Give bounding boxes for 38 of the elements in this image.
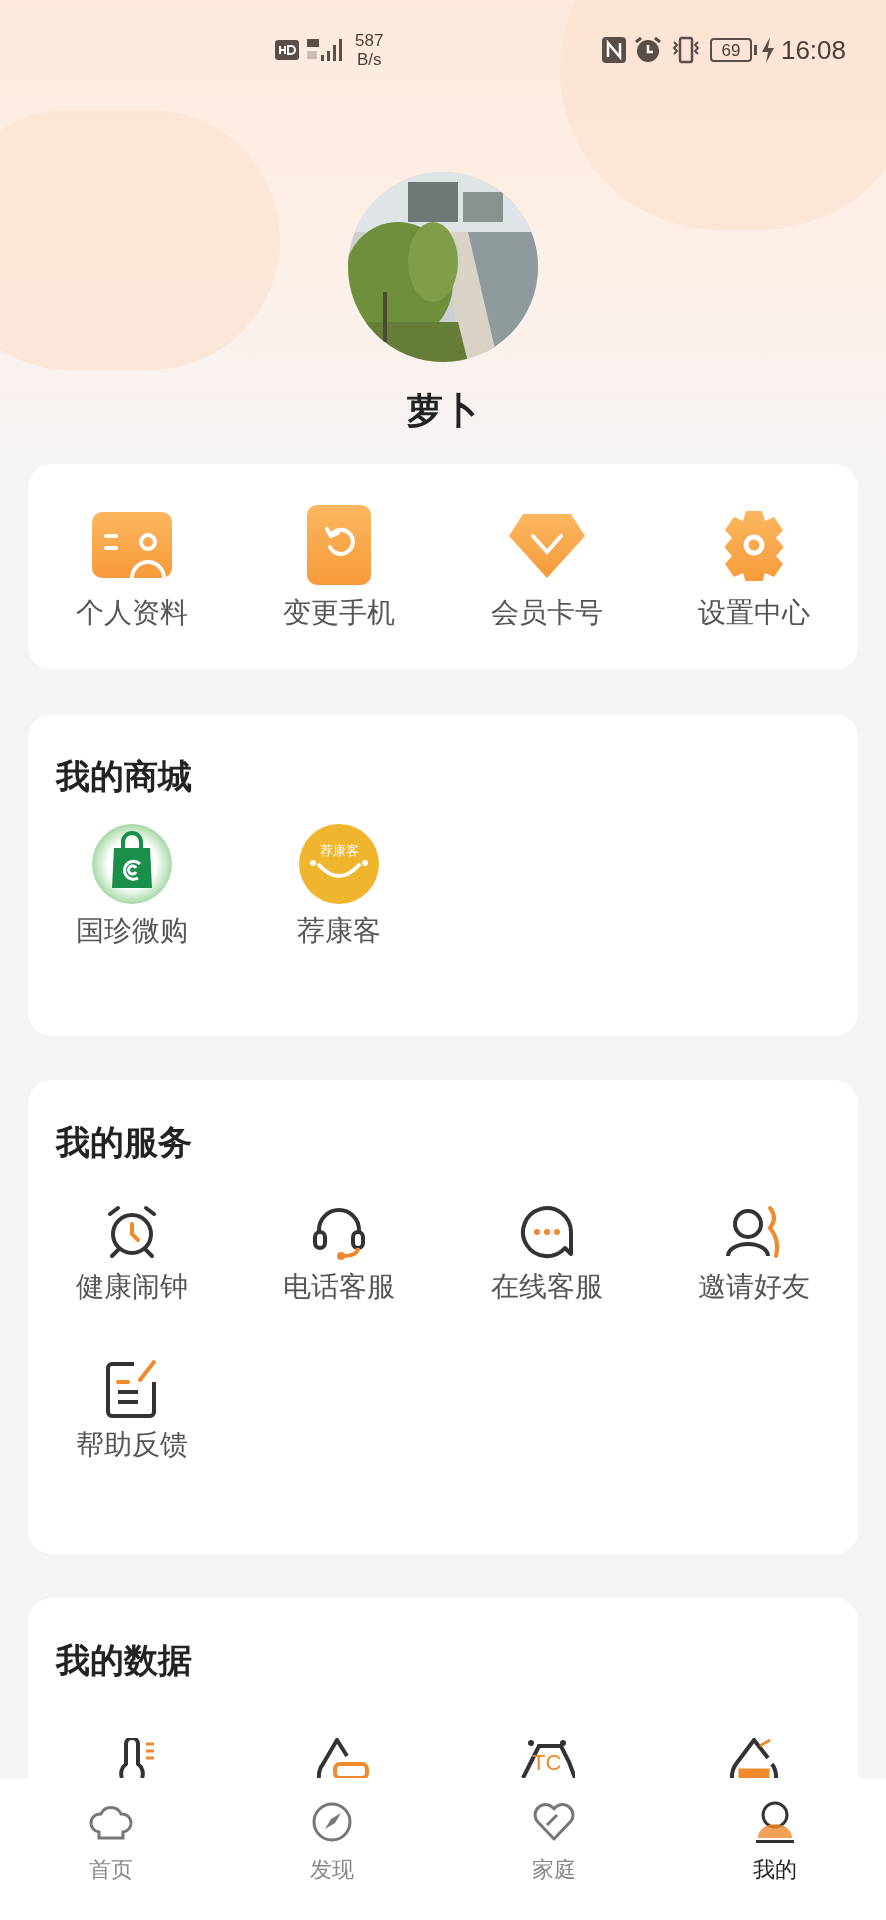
nav-tab[interactable]: 发现 xyxy=(221,1800,443,1920)
nfc-icon xyxy=(601,37,626,63)
compass-icon xyxy=(311,1801,354,1843)
nav-tab[interactable]: 首页 xyxy=(0,1800,222,1920)
shopping-bag-icon xyxy=(91,824,172,904)
network-speed-value: 587 xyxy=(355,31,384,50)
quick-action[interactable]: 设置中心 xyxy=(650,504,858,630)
smile-logo-icon: 荐康客 xyxy=(299,824,380,904)
menu-item[interactable]: 国珍微购 xyxy=(75,824,188,948)
charging-icon xyxy=(760,37,775,63)
chef-hat-icon xyxy=(88,1804,133,1840)
menu-item[interactable]: 邀请好友 xyxy=(698,1198,811,1304)
quick-action[interactable]: 变更手机 xyxy=(235,504,443,630)
section-title: 我的数据 xyxy=(56,1640,193,1680)
diamond-icon xyxy=(508,512,585,578)
user-name: 萝卜 xyxy=(407,389,479,433)
menu-item[interactable]: 荐康客 荐康客 xyxy=(297,824,382,948)
quick-action[interactable]: 会员卡号 xyxy=(443,504,651,630)
person-icon xyxy=(754,1800,797,1844)
network-speed-unit: B/s xyxy=(356,50,382,69)
profile-card-icon xyxy=(91,512,172,578)
menu-item[interactable]: 健康闹钟 xyxy=(75,1198,188,1304)
nav-tab[interactable]: 家庭 xyxy=(443,1800,665,1920)
heart-icon xyxy=(532,1803,575,1841)
chat-bubble-icon xyxy=(518,1204,575,1260)
clock-time: 16:08 xyxy=(780,33,846,67)
menu-item[interactable]: 帮助反馈 xyxy=(75,1356,188,1462)
hd-icon xyxy=(275,40,299,60)
signal-icon xyxy=(305,37,345,63)
section-title: 我的商城 xyxy=(56,756,193,796)
section-title: 我的服务 xyxy=(56,1122,193,1162)
menu-item[interactable]: 电话客服 xyxy=(283,1198,396,1304)
quick-action[interactable]: 个人资料 xyxy=(28,504,236,630)
nav-tab[interactable]: 我的 xyxy=(664,1800,886,1920)
battery-indicator: 69 xyxy=(709,38,752,62)
menu-item[interactable]: 在线客服 xyxy=(490,1198,603,1304)
refresh-phone-icon xyxy=(307,505,372,585)
alarm-icon xyxy=(633,36,662,64)
